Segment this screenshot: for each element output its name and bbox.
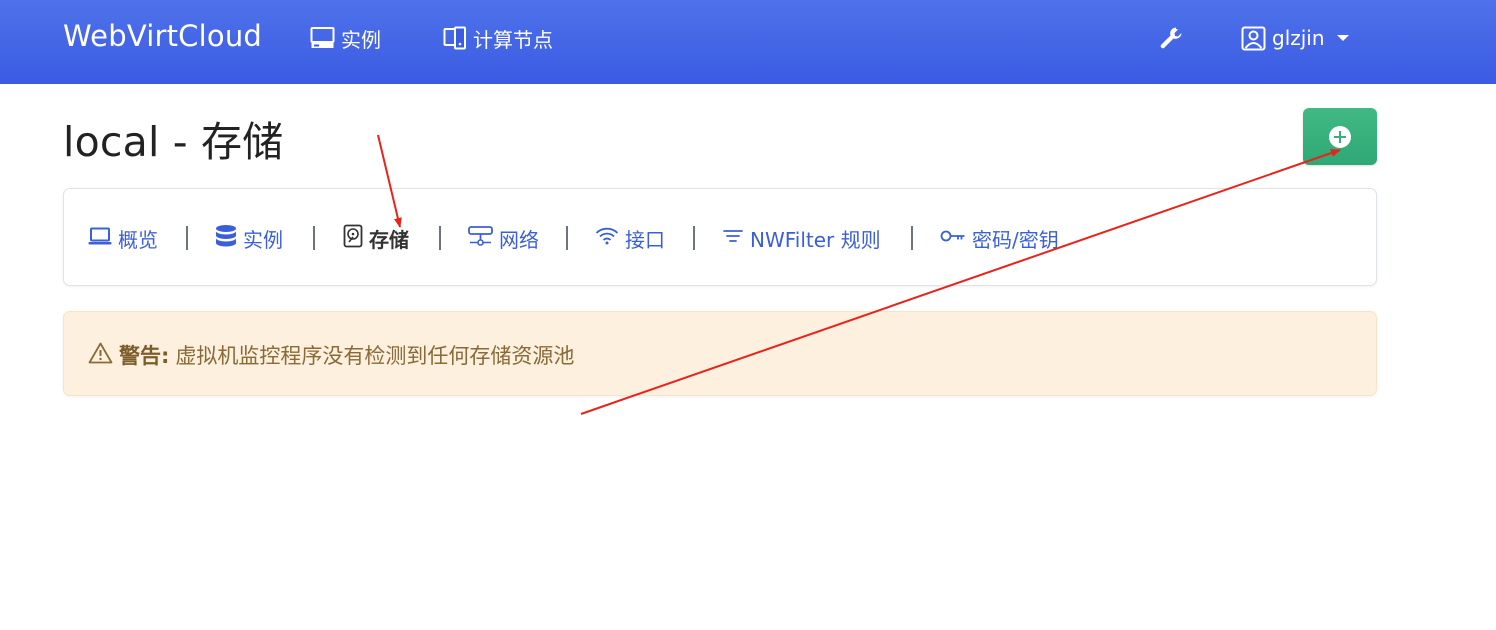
tab-separator [693,226,695,250]
tab-nwfilter[interactable]: NWFilter 规则 [722,224,881,252]
monitor-icon [310,26,335,50]
warning-label: 警告: [119,344,170,368]
nav-instances[interactable]: 实例 [310,24,381,52]
network-icon [468,225,493,252]
add-storage-button[interactable] [1303,108,1377,165]
tab-instances-label: 实例 [243,227,283,252]
chevron-down-icon [1336,35,1349,41]
tab-storage[interactable]: 存储 [343,224,409,252]
tab-separator [439,226,441,250]
tab-secrets-label: 密码/密钥 [972,227,1059,252]
tab-secrets[interactable]: 密码/密钥 [940,224,1059,252]
plus-circle-icon [1329,125,1351,148]
nav-instances-label: 实例 [341,27,381,52]
tab-instances[interactable]: 实例 [215,224,283,252]
user-avatar-icon [1241,26,1266,51]
tab-overview[interactable]: 概览 [88,224,158,252]
brand-logo[interactable]: WebVirtCloud [63,19,262,53]
server-icon [443,26,467,50]
user-menu-dropdown[interactable]: glzjin [1241,24,1349,52]
tab-storage-label: 存储 [369,227,409,252]
wrench-icon [1157,27,1185,56]
tab-separator [186,226,188,250]
nav-nodes-label: 计算节点 [473,27,553,52]
user-name: glzjin [1272,26,1325,50]
tab-network[interactable]: 网络 [468,224,539,252]
database-icon [215,224,237,253]
tab-nwfilter-label: NWFilter 规则 [750,227,881,252]
tab-overview-label: 概览 [118,227,158,252]
laptop-icon [88,226,112,251]
tab-separator [313,226,315,250]
warning-message: 虚拟机监控程序没有检测到任何存储资源池 [175,344,575,368]
hdd-icon [343,224,363,253]
top-navbar: WebVirtCloud 实例 计算节点 glzjin [0,0,1496,84]
settings-button[interactable] [1157,24,1185,52]
filter-icon [722,226,744,251]
tab-interfaces-label: 接口 [625,227,665,252]
warning-triangle-icon [88,341,113,370]
warning-alert-content: 警告: 虚拟机监控程序没有检测到任何存储资源池 [88,341,574,369]
key-icon [940,226,966,250]
nav-compute-nodes[interactable]: 计算节点 [443,24,553,52]
tab-separator [566,226,568,250]
tab-interfaces[interactable]: 接口 [595,224,665,252]
tab-separator [911,226,913,250]
page-title: local - 存储 [63,118,284,166]
wifi-icon [595,226,619,251]
tab-network-label: 网络 [499,227,539,252]
